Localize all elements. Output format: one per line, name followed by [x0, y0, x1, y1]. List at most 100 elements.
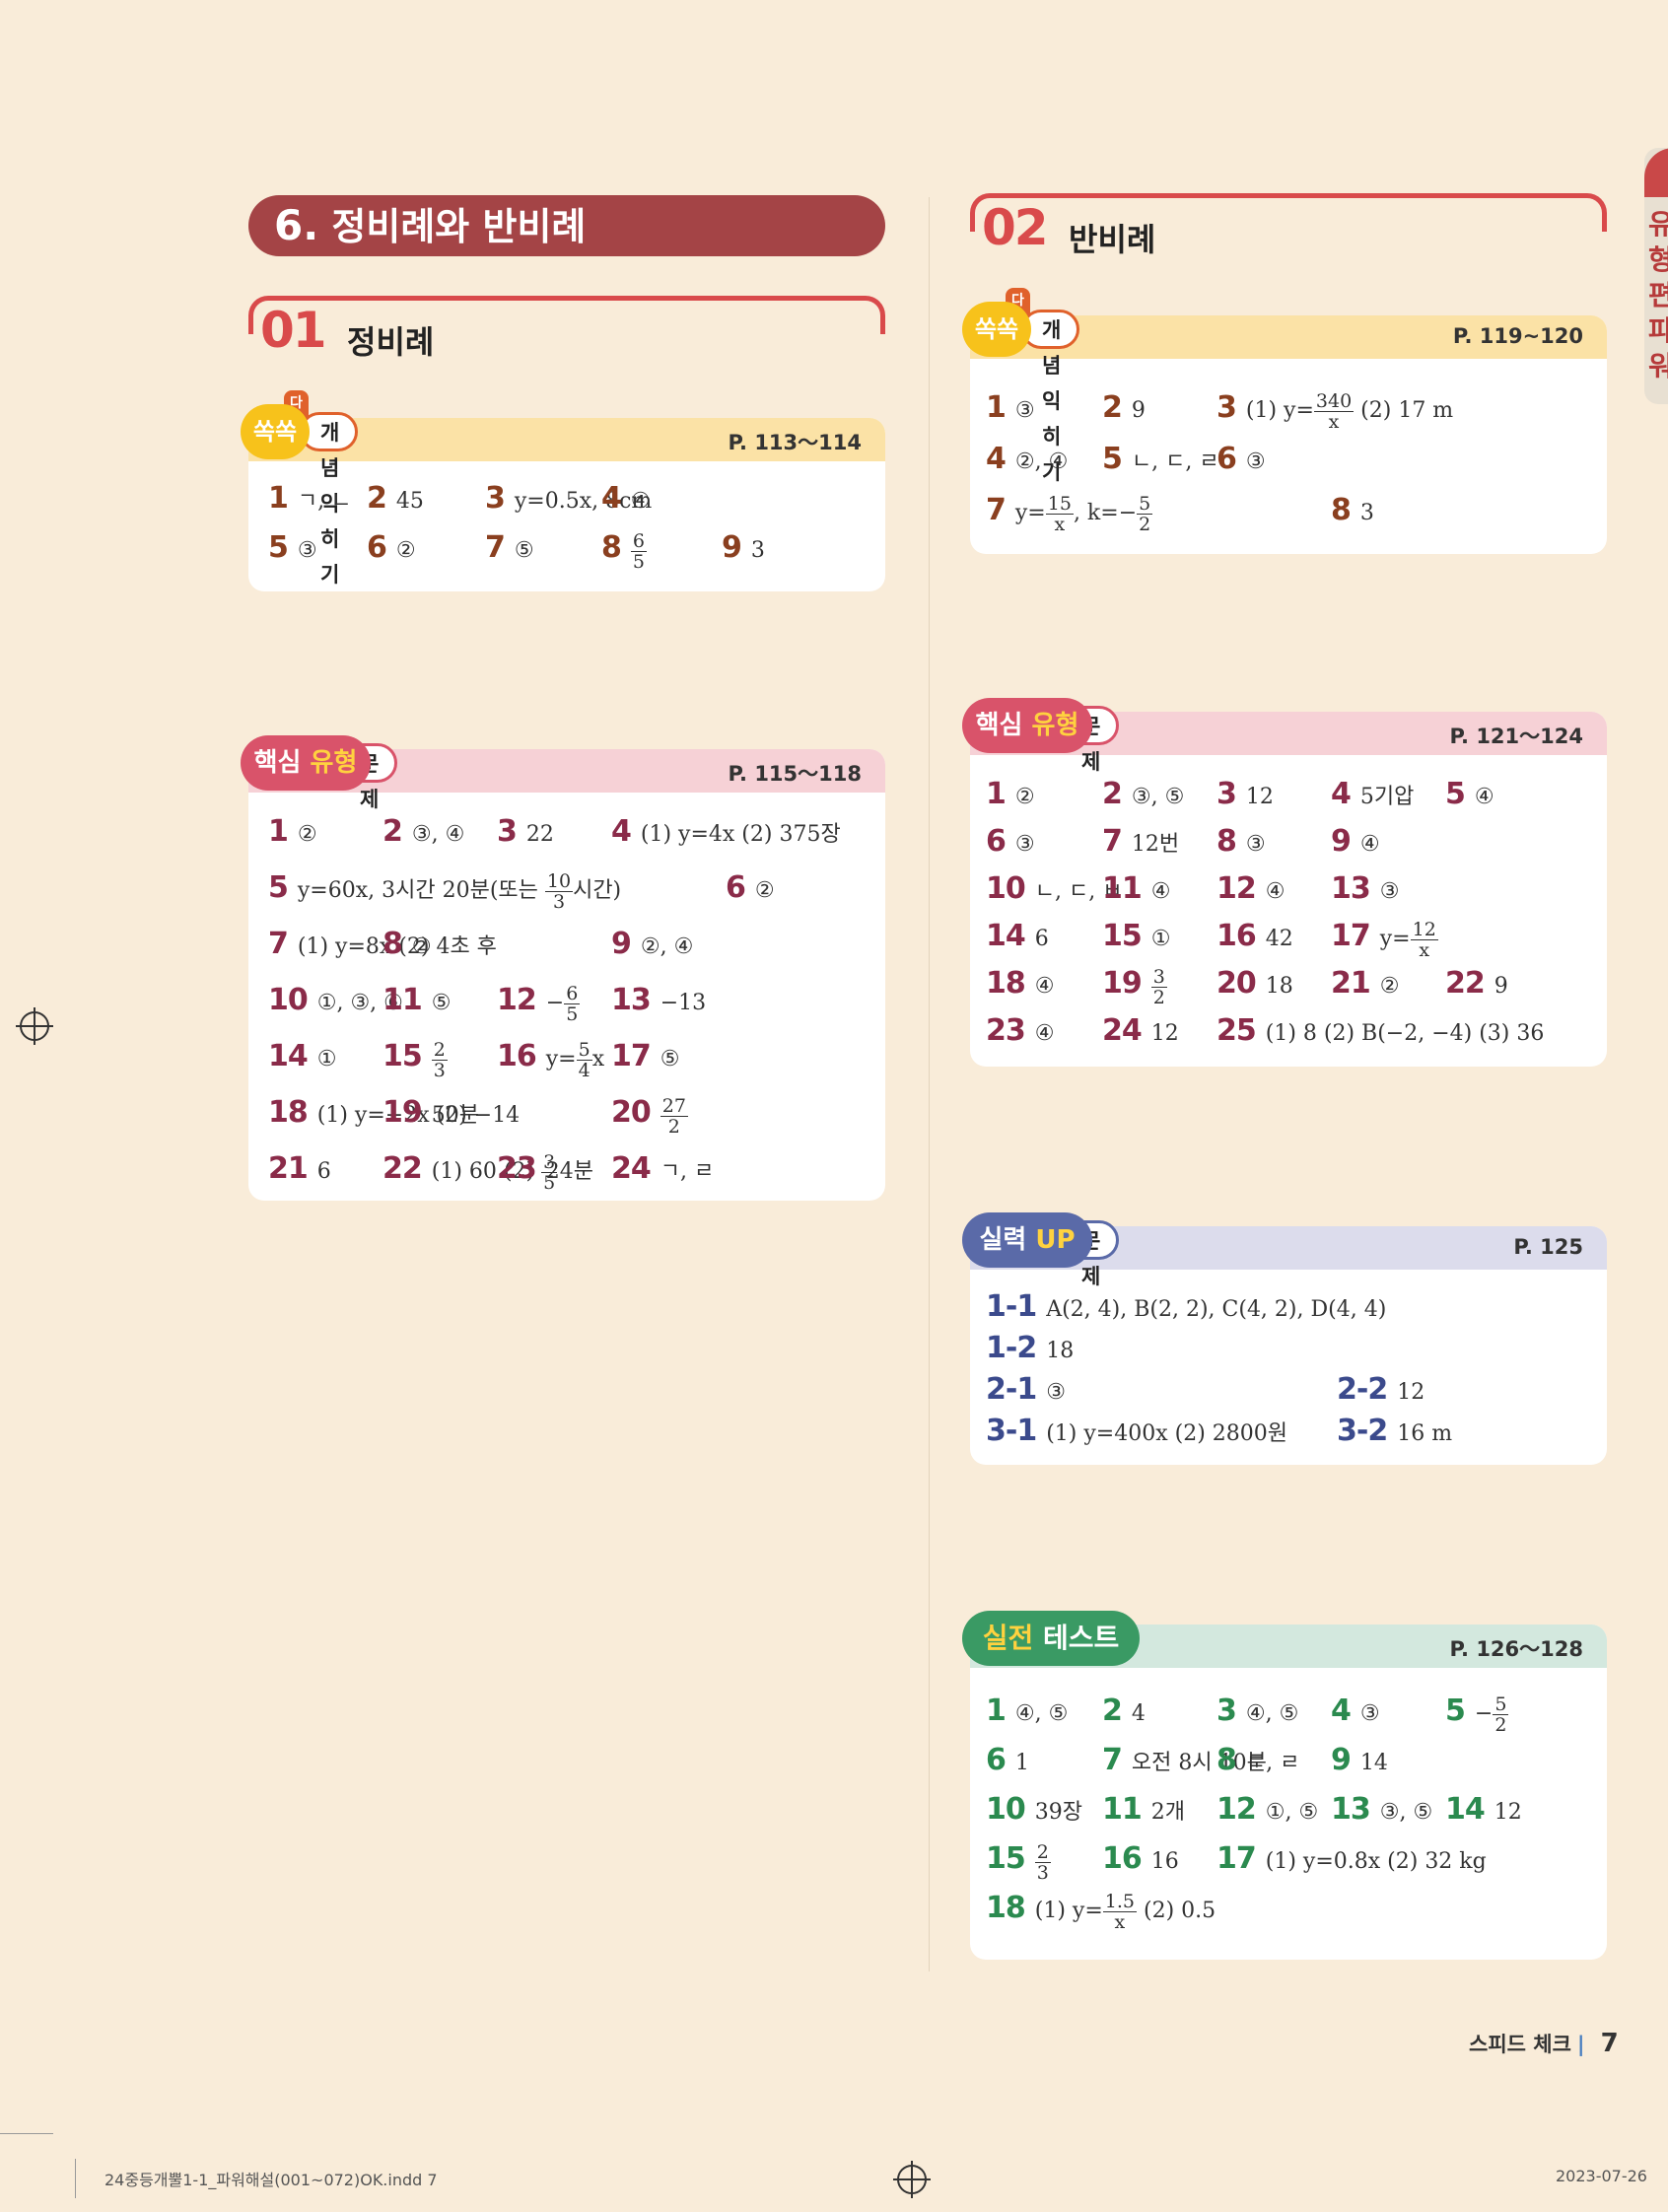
badge-circle: 실력 UP: [962, 1212, 1092, 1268]
question-number: 21: [1331, 966, 1371, 1001]
answer-item: 2 45: [367, 477, 424, 523]
question-number: 11: [382, 983, 423, 1017]
answer-text: y=: [1379, 927, 1411, 951]
answer-text: ①, ⑤: [1265, 1800, 1319, 1825]
question-number: 7: [1102, 824, 1123, 859]
answer-item: 17 y= 12 x: [1331, 915, 1438, 961]
answer-row: 1 ② 2 ③, ④ 3 22 4 (1) y=4x (2) 375장: [248, 810, 885, 856]
answer-row: 1-2 18: [970, 1327, 1607, 1372]
answer-item: 8 ㄷ, ㄹ: [1216, 1739, 1299, 1785]
answer-text: ④: [1265, 879, 1286, 904]
answer-item: 19 3 2: [1102, 962, 1167, 1008]
fraction: 12 x: [1410, 918, 1438, 961]
up-box: P. 125 문제 실력 UP 1-1A(2, 4), B(2, 2), C(4…: [962, 1212, 1607, 1465]
question-number: 5: [1445, 1694, 1466, 1728]
answer-text: 12번: [1131, 832, 1180, 857]
answer-item: 3 ④, ⑤: [1216, 1690, 1298, 1736]
answer-text: ③: [297, 538, 317, 563]
answer-item: 93: [722, 526, 765, 573]
answer-text: −: [1474, 1701, 1494, 1726]
question-number: 16: [1216, 919, 1257, 953]
answer-item: 1-2 18: [986, 1327, 1074, 1373]
answer-item: 18 ④: [986, 962, 1054, 1008]
fraction: 32: [1150, 965, 1167, 1008]
registration-mark: [16, 1007, 53, 1045]
answer-row: 1 ② 2 ③, ⑤ 3 12 4 5기압 5 ④: [970, 773, 1607, 818]
question-number: 4: [601, 481, 622, 516]
answer-text: ②: [411, 934, 432, 959]
answer-text: 14: [1359, 1751, 1388, 1775]
question-number: 1: [986, 1694, 1007, 1728]
answer-text: , k=−: [1073, 501, 1138, 525]
chapter-title: 6. 정비례와 반비례: [248, 195, 885, 256]
answer-item: 1②: [268, 810, 317, 857]
question-number: 5: [268, 870, 289, 905]
question-number: 8: [601, 530, 622, 565]
side-tab-label: 유형편 파워: [1648, 208, 1668, 382]
answer-row: 3-1 (1) y=400x (2) 2800원 3-2 16 m: [970, 1410, 1607, 1455]
question-number: 5: [1102, 442, 1123, 476]
answer-item: 13 ③: [1331, 867, 1399, 914]
footer-label: 스피드 체크: [1469, 2033, 1571, 2056]
answer-text: ③: [1359, 1701, 1380, 1726]
answer-item: 1 ④, ⑤: [986, 1690, 1068, 1736]
answer-text: ③: [1245, 449, 1266, 474]
answer-item: 5 ㄴ, ㄷ, ㄹ: [1102, 438, 1219, 484]
question-number: 9: [1331, 1743, 1352, 1777]
answer-text: ④: [630, 489, 651, 514]
question-number: 7: [268, 927, 289, 961]
question-number: 10: [268, 983, 309, 1017]
answer-item: 21 6: [268, 1147, 331, 1194]
fraction: 27 2: [660, 1094, 688, 1138]
answer-text: ④: [1034, 974, 1055, 999]
fraction: 10 3: [544, 869, 574, 913]
answer-item: 11 2개: [1102, 1788, 1185, 1834]
section-heading-01: 01 정비례: [248, 296, 885, 361]
question-number: 25: [1216, 1013, 1257, 1048]
answer-row: 23 ④ 24 12 25 (1) 8 (2) B(−2, −4) (3) 36: [970, 1009, 1607, 1055]
answer-text: (1) 8 (2) B(−2, −4) (3) 36: [1265, 1021, 1545, 1046]
answer-text: 50분: [431, 1103, 479, 1128]
question-number: 24: [1102, 1013, 1143, 1048]
answer-item: 14 12: [1445, 1788, 1522, 1834]
question-number: 10: [986, 871, 1026, 906]
answer-text: y=: [1014, 501, 1046, 525]
answer-text: (1) y=: [1245, 398, 1314, 423]
question-number: 3: [1216, 390, 1237, 425]
question-number: 4: [986, 442, 1007, 476]
answer-item: 13 −13: [611, 979, 706, 1025]
answer-item: 1 ㄱ, ㄴ: [268, 477, 351, 523]
question-number: 1: [268, 481, 289, 516]
question-number: 15: [986, 1841, 1026, 1876]
answer-text: 42: [1265, 927, 1293, 951]
question-number: 1: [986, 777, 1007, 811]
answer-text: ③: [1014, 832, 1035, 857]
question-number: 12: [497, 983, 537, 1017]
answer-item: 23 24분: [497, 1147, 593, 1194]
question-number: 7: [986, 493, 1007, 527]
answer-item: 6③: [1216, 438, 1266, 484]
fraction: 23: [1034, 1840, 1051, 1884]
answer-item: 3 22: [497, 810, 554, 857]
question-number: 3: [1216, 777, 1237, 811]
fraction: 23: [431, 1038, 448, 1081]
answer-text: 45: [395, 489, 424, 514]
badge-circle: 실전 테스트: [962, 1611, 1140, 1666]
answer-row: 14 6 15 ① 16 42 17 y= 12 x: [970, 915, 1607, 960]
badge-circle: 핵심 유형: [962, 698, 1092, 753]
answer-text: 12: [1150, 1021, 1179, 1046]
question-number: 19: [1102, 966, 1143, 1001]
answer-text: ③: [1379, 879, 1400, 904]
question-number: 18: [986, 1891, 1026, 1925]
fraction: 52: [1493, 1693, 1509, 1736]
question-number: 14: [268, 1039, 309, 1073]
answer-item: 3-2 16 m: [1337, 1410, 1452, 1456]
answer-item: 5 y=60x, 3시간 20분(또는 10 3 시간): [268, 866, 621, 913]
concept-box-right: P. 119~120 다시 개념 익히기 쏙쏙 1③293(1) y=340x …: [962, 288, 1607, 554]
question-number: 3: [1216, 1694, 1237, 1728]
answer-text: 18: [1265, 974, 1293, 999]
answer-item: 23 ④: [986, 1009, 1054, 1056]
answer-text: ③, ④: [411, 822, 465, 847]
answer-item: 11 ④: [1102, 867, 1170, 914]
answer-text: 시간): [573, 878, 622, 903]
